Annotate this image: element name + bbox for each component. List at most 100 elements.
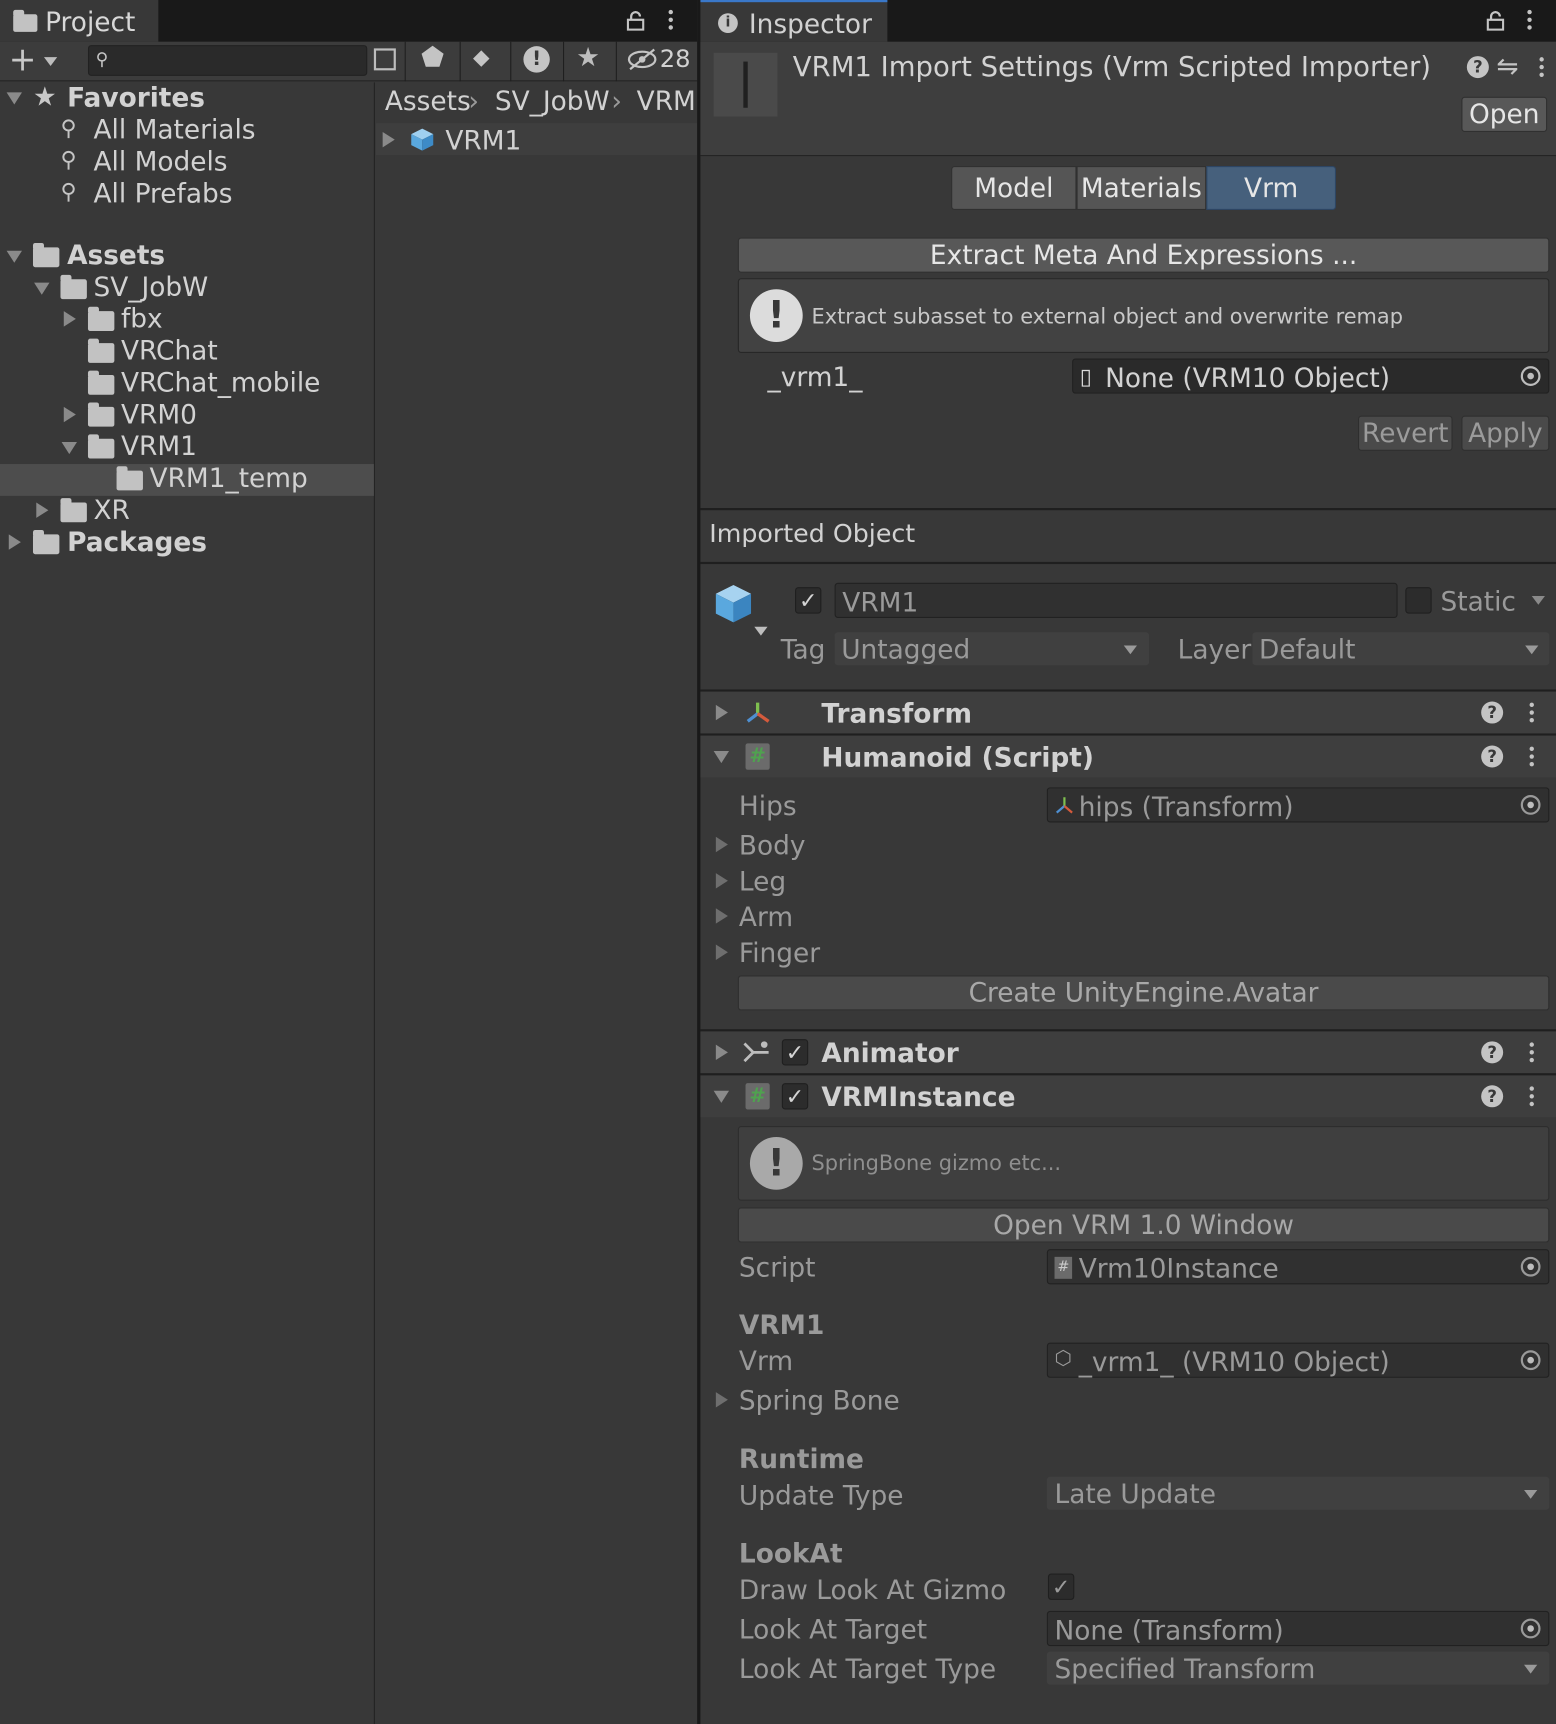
vrm1-object-field[interactable]: ▯ None (VRM10 Object) [1072, 358, 1550, 394]
help-icon[interactable]: ? [1481, 1085, 1504, 1108]
icon-dropdown-icon[interactable] [754, 626, 768, 636]
vrm1-expand-icon[interactable] [61, 442, 77, 455]
tab-vrm[interactable]: Vrm [1206, 166, 1337, 211]
open-button[interactable]: Open [1461, 96, 1548, 132]
more-menu-icon[interactable] [668, 9, 673, 33]
tree-item-vrchat[interactable]: VRChat [121, 338, 218, 364]
tab-materials[interactable]: Materials [1076, 166, 1207, 211]
more-menu-icon[interactable] [1527, 9, 1532, 33]
sv-jobw-expand-icon[interactable] [34, 282, 50, 295]
extract-meta-button[interactable]: Extract Meta And Expressions ... [737, 237, 1550, 273]
foldout-leg[interactable]: Leg [715, 865, 1046, 896]
animator-enabled-checkbox[interactable]: ✓ [781, 1039, 809, 1066]
vrminstance-enabled-checkbox[interactable]: ✓ [781, 1083, 809, 1110]
component-transform-header[interactable]: Transform ? [700, 691, 1556, 734]
revert-button[interactable]: Revert [1358, 415, 1453, 451]
tab-inspector[interactable]: i Inspector [700, 0, 888, 42]
more-menu-icon[interactable] [1529, 1086, 1534, 1109]
packages-expand-icon[interactable] [8, 534, 21, 550]
help-icon[interactable]: ? [1481, 701, 1504, 724]
expand-icon[interactable] [382, 131, 395, 148]
tab-project[interactable]: Project [0, 0, 159, 42]
breadcrumb-vrm1[interactable]: VRM1 [637, 88, 697, 114]
label-filter-icon[interactable]: ⬥ [473, 46, 490, 70]
xr-expand-icon[interactable] [36, 502, 49, 518]
help-icon[interactable]: ? [1481, 745, 1504, 768]
more-menu-icon[interactable] [1539, 57, 1544, 80]
gameobject-name-input[interactable]: VRM1 [834, 582, 1398, 618]
foldout-arm[interactable]: Arm [715, 901, 1046, 932]
expand-icon[interactable] [715, 704, 728, 721]
tree-item-sv-jobw[interactable]: SV_JobW [93, 274, 208, 300]
create-avatar-button[interactable]: Create UnityEngine.Avatar [737, 975, 1550, 1011]
favorites-expand-icon[interactable] [6, 92, 22, 105]
favorite-all-prefabs[interactable]: ⚲ All Prefabs [60, 179, 368, 210]
active-checkbox[interactable]: ✓ [795, 587, 822, 614]
lock-icon[interactable] [626, 11, 645, 31]
breadcrumb-assets[interactable]: Assets [385, 88, 471, 114]
help-icon[interactable]: ? [1481, 1041, 1504, 1064]
favorites-label[interactable]: Favorites [67, 85, 205, 111]
search-input[interactable]: ⚲ [87, 45, 368, 76]
foldout-body[interactable]: Body [715, 829, 1046, 860]
assets-label[interactable]: Assets [67, 242, 165, 268]
vrm1-field-value: None (VRM10 Object) [1105, 362, 1391, 394]
log-type-icon[interactable]: ! [523, 46, 550, 73]
collapse-icon[interactable] [713, 1090, 730, 1103]
tag-dropdown[interactable]: Untagged [834, 632, 1150, 666]
object-picker-icon[interactable] [1520, 1350, 1541, 1371]
tree-item-vrm1-temp[interactable]: VRM1_temp [150, 465, 308, 491]
favorite-all-models[interactable]: ⚲ All Models [60, 147, 368, 178]
vrm-object-field[interactable]: ⬡ _vrm1_ (VRM10 Object) [1046, 1342, 1550, 1378]
object-picker-icon[interactable] [1520, 366, 1541, 386]
update-type-dropdown[interactable]: Late Update [1046, 1476, 1550, 1510]
draw-gizmo-checkbox[interactable]: ✓ [1047, 1573, 1075, 1600]
vrm0-expand-icon[interactable] [63, 406, 76, 423]
object-picker-icon[interactable] [1520, 1618, 1541, 1639]
more-menu-icon[interactable] [1529, 702, 1534, 726]
lookat-target-field[interactable]: None (Transform) [1046, 1610, 1550, 1647]
tree-item-vrm0[interactable]: VRM0 [121, 401, 197, 427]
hidden-eye-icon[interactable] [627, 48, 658, 71]
assets-expand-icon[interactable] [6, 250, 22, 263]
search-by-window-icon[interactable] [373, 48, 396, 71]
object-picker-icon[interactable] [1520, 1256, 1541, 1277]
component-vrminstance-header[interactable]: # ✓ VRMInstance ? [700, 1075, 1556, 1118]
static-checkbox[interactable] [1405, 587, 1432, 614]
tree-item-vrm1[interactable]: VRM1 [121, 433, 197, 459]
component-humanoid-header[interactable]: # Humanoid (Script) ? [700, 735, 1556, 778]
fbx-expand-icon[interactable] [63, 311, 76, 327]
expand-icon[interactable] [715, 1044, 728, 1061]
create-plus-icon[interactable]: + [9, 43, 37, 77]
open-vrm-window-button[interactable]: Open VRM 1.0 Window [737, 1207, 1550, 1243]
favorite-all-materials[interactable]: ⚲ All Materials [60, 115, 368, 146]
object-picker-icon[interactable] [1520, 795, 1541, 815]
apply-button[interactable]: Apply [1461, 415, 1550, 451]
collapse-icon[interactable] [713, 751, 730, 764]
more-menu-icon[interactable] [1529, 1042, 1534, 1065]
type-filter-icon[interactable]: ⬟ [421, 44, 444, 70]
breadcrumb-sv-jobw[interactable]: SV_JobW [495, 88, 610, 114]
lock-icon[interactable] [1486, 11, 1505, 31]
lookat-type-dropdown[interactable]: Specified Transform [1046, 1651, 1550, 1685]
packages-label[interactable]: Packages [67, 529, 207, 555]
create-dropdown-icon[interactable] [43, 57, 58, 66]
foldout-spring-bone[interactable]: Spring Bone [715, 1384, 1046, 1415]
tab-model[interactable]: Model [951, 166, 1077, 211]
hips-object-field[interactable]: hips (Transform) [1046, 787, 1550, 823]
favorite-star-icon[interactable]: ★ [576, 44, 600, 70]
script-hash-icon: # [745, 743, 770, 770]
tree-item-fbx[interactable]: fbx [121, 306, 163, 332]
tree-item-vrchat-mobile[interactable]: VRChat_mobile [121, 369, 320, 395]
static-dropdown-icon[interactable] [1531, 595, 1545, 605]
folder-open-icon [32, 243, 60, 268]
help-icon[interactable]: ? [1466, 56, 1489, 79]
script-object-field[interactable]: # Vrm10Instance [1046, 1249, 1550, 1285]
preset-sliders-icon[interactable]: ⇋ [1497, 53, 1519, 79]
foldout-finger[interactable]: Finger [715, 937, 1046, 968]
content-item-vrm1[interactable]: VRM1 [376, 123, 698, 156]
tree-item-xr[interactable]: XR [93, 497, 129, 523]
component-animator-header[interactable]: ✓ Animator ? [700, 1031, 1556, 1074]
layer-dropdown[interactable]: Default [1252, 632, 1550, 666]
more-menu-icon[interactable] [1529, 746, 1534, 770]
